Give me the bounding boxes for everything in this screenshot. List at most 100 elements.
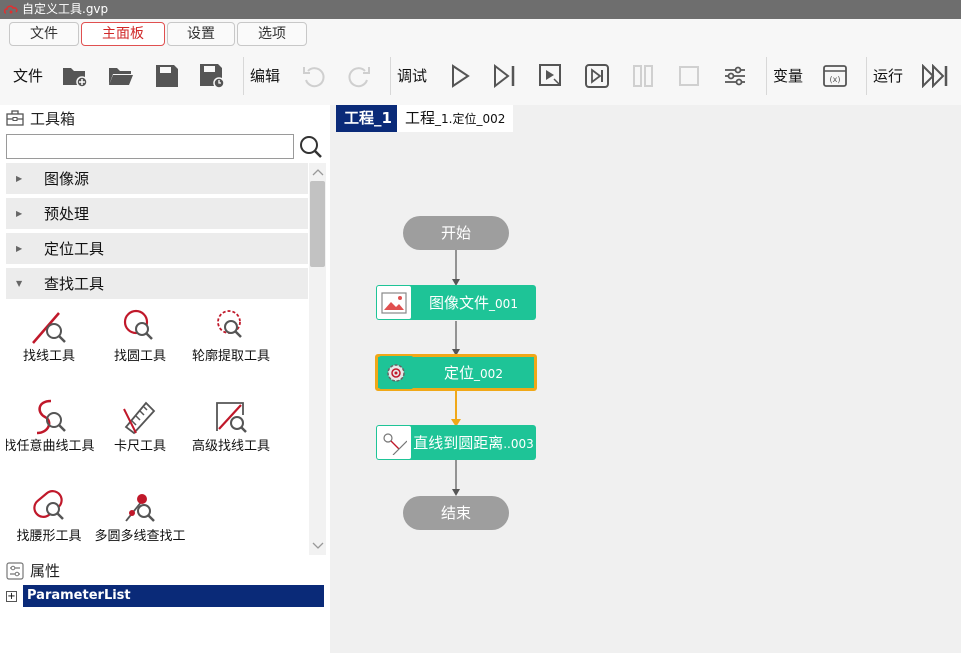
toolbox-search [6, 134, 326, 160]
toolbar: 文件 编辑 调试 变量 (x) 运行 [0, 49, 961, 105]
connector-step2-step3 [451, 391, 461, 427]
category-label: 查找工具 [44, 275, 105, 293]
flow-node-start[interactable]: 开始 [403, 216, 509, 250]
toolbox-tree: ▶ 图像源 ▶ 预处理 ▶ 定位工具 ▼ 查找工具 找线工具 找圆工具 轮廓提取工具 找… [6, 163, 308, 555]
toolbar-file-label: 文件 [13, 67, 44, 85]
find-curve-icon [36, 399, 66, 435]
toolbox-header: 工具箱 [0, 105, 330, 131]
toolbar-separator [243, 57, 244, 95]
scroll-up-icon[interactable] [309, 163, 326, 180]
category-label: 定位工具 [44, 240, 105, 258]
open-folder-icon[interactable] [106, 61, 136, 91]
step-icon[interactable] [490, 61, 520, 91]
category-locate-tools[interactable]: ▶ 定位工具 [6, 233, 308, 266]
flow-node-locate[interactable]: 定位_002 [375, 354, 537, 391]
tool-find-circle[interactable]: 找圆工具 [94, 305, 186, 385]
save-icon[interactable] [152, 61, 182, 91]
tool-label: 找圆工具 [113, 349, 166, 364]
properties-header: 属性 [0, 557, 330, 584]
caliper-icon [123, 401, 156, 435]
advanced-find-line-icon [216, 402, 247, 433]
toolbox-search-input[interactable] [6, 134, 294, 159]
tool-find-curve[interactable]: 找任意曲线工具 [6, 395, 95, 475]
save-as-icon[interactable] [197, 61, 227, 91]
toolbar-separator [866, 57, 867, 95]
category-image-source[interactable]: ▶ 图像源 [6, 163, 308, 196]
image-icon [377, 286, 411, 319]
tool-find-waist[interactable]: 找腰形工具 [6, 485, 95, 555]
chevron-right-icon: ▶ [16, 244, 23, 253]
scroll-down-icon[interactable] [309, 537, 326, 554]
svg-text:(x): (x) [830, 75, 841, 84]
tool-multi-circle-line[interactable]: 多圆多线查找工具 [94, 485, 186, 555]
scroll-thumb[interactable] [310, 181, 325, 267]
category-find-tools[interactable]: ▼ 查找工具 [6, 268, 308, 301]
toolbox-title: 工具箱 [30, 109, 76, 128]
node-label: 图像文件 [429, 294, 490, 312]
node-label-suffix: _002 [474, 367, 503, 381]
tool-caliper[interactable]: 卡尺工具 [94, 395, 186, 475]
tool-label: 找任意曲线工具 [6, 439, 95, 454]
parameter-list-label: ParameterList [23, 585, 324, 607]
node-label-suffix: ..003 [503, 437, 534, 451]
chevron-right-icon: ▶ [16, 174, 23, 183]
skip-icon[interactable] [582, 61, 612, 91]
flow-node-line-circle-distance[interactable]: 直线到圆距离..003 [376, 425, 536, 460]
category-label: 图像源 [44, 170, 90, 188]
menu-tab-main-panel[interactable]: 主面板 [81, 22, 165, 46]
menu-tab-options[interactable]: 选项 [237, 22, 307, 46]
connector-step3-end [452, 460, 460, 496]
tool-find-line[interactable]: 找线工具 [6, 305, 95, 385]
redo-icon[interactable] [344, 61, 374, 91]
tool-label: 找线工具 [22, 349, 75, 364]
left-panel: 工具箱 ▶ 图像源 ▶ 预处理 ▶ 定位工具 ▼ 查找工具 找线工具 找圆工具 轮廓提取… [0, 105, 330, 653]
connector-start-step1 [452, 250, 460, 286]
undo-icon[interactable] [299, 61, 329, 91]
node-label-suffix: _001 [489, 297, 518, 311]
node-label: 直线到圆距离 [413, 434, 504, 452]
multi-circle-line-icon [125, 494, 155, 522]
search-icon[interactable] [298, 134, 324, 160]
step-out-icon[interactable] [536, 61, 566, 91]
toolbox-scrollbar[interactable] [309, 163, 326, 555]
find-line-icon [32, 312, 66, 344]
flow-canvas[interactable]: 工程_1 工程_1.定位_002 开始 图像文件_001 定位_002 直线到圆… [336, 105, 961, 653]
toolbox-icon [6, 110, 24, 126]
line-circle-distance-icon [377, 426, 411, 459]
variable-icon[interactable]: (x) [820, 61, 850, 91]
new-file-icon[interactable] [60, 61, 90, 91]
tool-label: 轮廓提取工具 [191, 349, 270, 364]
expand-icon[interactable]: + [6, 590, 17, 602]
run-all-icon[interactable] [920, 61, 950, 91]
find-waist-icon [33, 490, 64, 520]
parameter-list-row[interactable]: + ParameterList [6, 585, 324, 607]
stop-icon[interactable] [674, 61, 704, 91]
tool-label: 找腰形工具 [16, 529, 82, 544]
locate-gear-icon [379, 356, 413, 389]
properties-title: 属性 [30, 562, 61, 580]
settings-sliders-icon[interactable] [720, 61, 750, 91]
chevron-down-icon: ▼ [16, 279, 23, 288]
tool-contour-extract[interactable]: 轮廓提取工具 [185, 305, 277, 385]
flow-node-end[interactable]: 结束 [403, 496, 509, 530]
menu-bar: 文件 主面板 设置 选项 [0, 19, 961, 49]
category-label: 预处理 [44, 205, 90, 223]
flow-node-image-file[interactable]: 图像文件_001 [376, 285, 536, 320]
tool-label: 高级找线工具 [191, 439, 270, 454]
play-icon[interactable] [445, 61, 475, 91]
toolbar-separator [766, 57, 767, 95]
toolbar-variable-label: 变量 [773, 67, 804, 85]
find-circle-icon [123, 309, 153, 340]
toolbar-separator [390, 57, 391, 95]
toolbar-run-label: 运行 [873, 67, 904, 85]
tool-label: 卡尺工具 [113, 439, 166, 454]
toolbar-debug-label: 调试 [397, 67, 428, 85]
tool-advanced-find-line[interactable]: 高级找线工具 [185, 395, 277, 475]
menu-tab-file[interactable]: 文件 [9, 22, 79, 46]
app-logo-icon [4, 4, 18, 14]
node-label: 定位 [444, 364, 475, 382]
menu-tab-settings[interactable]: 设置 [167, 22, 235, 46]
category-preprocessing[interactable]: ▶ 预处理 [6, 198, 308, 231]
pause-icon[interactable] [628, 61, 658, 91]
title-bar: 自定义工具.gvp [0, 0, 961, 19]
